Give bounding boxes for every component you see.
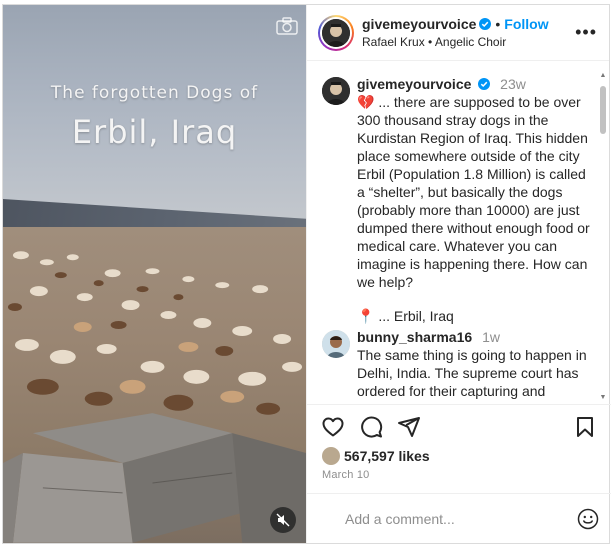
comments-scrollbar[interactable]: ▲ ▼ xyxy=(599,72,607,402)
comment-avatar[interactable] xyxy=(322,330,350,358)
more-options-icon[interactable]: ••• xyxy=(575,23,597,41)
header-username[interactable]: givemeyourvoice xyxy=(362,15,476,33)
scroll-up-arrow-icon[interactable]: ▲ xyxy=(599,72,607,80)
comment-username[interactable]: bunny_sharma16 xyxy=(357,329,472,345)
audio-attribution[interactable]: Rafael Krux • Angelic Choir xyxy=(362,34,549,50)
like-heart-icon[interactable] xyxy=(321,415,345,439)
avatar-photo xyxy=(322,18,350,47)
liker-avatar xyxy=(322,447,340,465)
add-comment-bar xyxy=(307,493,611,543)
mute-button[interactable] xyxy=(270,507,296,533)
post-video[interactable]: The forgotten Dogs of Erbil, Iraq xyxy=(3,5,306,543)
video-concrete-blocks xyxy=(3,413,306,543)
caption-location: 📍 ... Erbil, Iraq xyxy=(357,308,454,324)
emoji-icon[interactable] xyxy=(577,508,599,530)
comment-input[interactable] xyxy=(345,510,545,527)
caption-username[interactable]: givemeyourvoice xyxy=(357,76,471,92)
verified-badge-icon xyxy=(478,78,491,90)
header-separator: • xyxy=(495,16,501,32)
caption-text: 💔 ... there are supposed to be over 300 … xyxy=(357,94,594,290)
caption-timestamp[interactable]: 23w xyxy=(500,76,526,92)
video-overlay-title-line1: The forgotten Dogs of xyxy=(50,83,259,103)
post-modal: The forgotten Dogs of Erbil, Iraq giveme… xyxy=(2,4,611,544)
scroll-thumb[interactable] xyxy=(600,86,606,134)
save-bookmark-icon[interactable] xyxy=(573,415,597,439)
avatar[interactable] xyxy=(318,14,354,51)
caption-avatar[interactable] xyxy=(322,77,350,105)
likes-summary[interactable]: 567,597 likes xyxy=(322,447,430,465)
speaker-muted-icon xyxy=(276,513,290,527)
likes-count[interactable]: 567,597 likes xyxy=(344,448,430,464)
follow-button[interactable]: Follow xyxy=(504,15,548,33)
comment-text: The same thing is going to happen in Del… xyxy=(357,347,587,404)
post-date[interactable]: March 10 xyxy=(322,469,369,481)
video-overlay-title-line2: Erbil, Iraq xyxy=(71,113,238,151)
share-send-icon[interactable] xyxy=(397,415,421,439)
camera-icon xyxy=(276,17,298,35)
comment-bubble-icon[interactable] xyxy=(359,415,383,439)
comments-area[interactable]: givemeyourvoice 23w 💔 ... there are supp… xyxy=(307,62,611,404)
comment-timestamp[interactable]: 1w xyxy=(482,329,500,345)
post-caption: givemeyourvoice 23w 💔 ... there are supp… xyxy=(322,75,592,325)
post-header: givemeyourvoice • Follow Rafael Krux • A… xyxy=(307,5,609,61)
scroll-down-arrow-icon[interactable]: ▼ xyxy=(599,394,607,402)
post-details-panel: givemeyourvoice • Follow Rafael Krux • A… xyxy=(306,5,611,543)
comment-item: bunny_sharma16 1w The same thing is goin… xyxy=(322,328,592,404)
verified-badge-icon xyxy=(479,18,492,30)
post-actions: 567,597 likes March 10 xyxy=(307,404,611,494)
